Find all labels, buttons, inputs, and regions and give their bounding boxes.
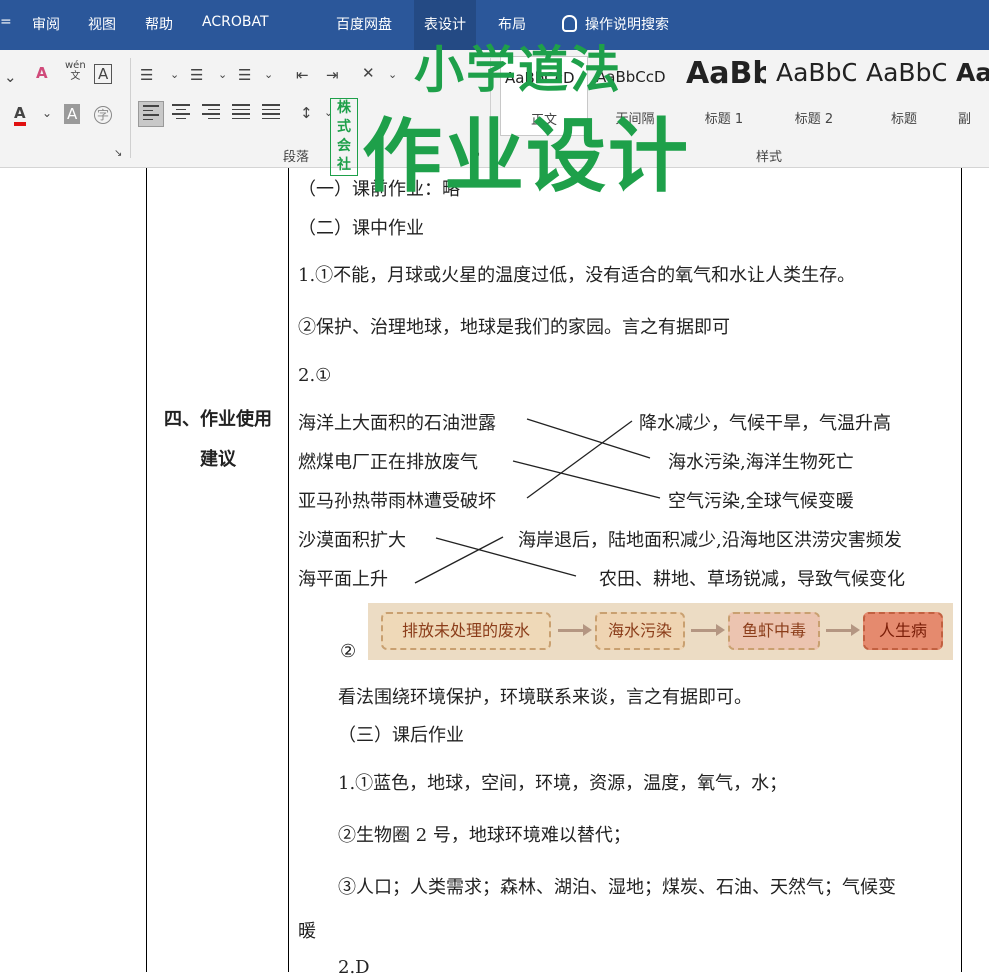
decrease-indent-icon[interactable]: ⇤ <box>296 66 309 84</box>
after-class-heading: （三）课后作业 <box>338 725 464 746</box>
tab-acrobat[interactable]: ACROBAT <box>202 14 269 30</box>
multilevel-list-icon[interactable]: ☰ <box>238 66 251 84</box>
cause-effect-flow: 排放未处理的废水 海水污染 鱼虾中毒 人生病 <box>368 603 953 660</box>
text-direction-dropdown-icon[interactable]: ⌄ <box>388 68 397 81</box>
style-sample: AaBbC <box>776 58 856 87</box>
paragraph-group-label: 段落 <box>283 150 310 165</box>
flow-step: 排放未处理的废水 <box>381 612 551 650</box>
arrow-right-icon <box>691 624 725 636</box>
after-answer-1-1: 1.①蓝色，地球，空间，环境，资源，温度，氧气，水； <box>338 773 788 794</box>
after-answer-1-2: ②生物圈 2 号，地球环境难以替代； <box>338 825 631 846</box>
align-center-button[interactable] <box>168 101 194 127</box>
bullets-dropdown-icon[interactable]: ⌄ <box>170 68 179 81</box>
font-size-dropdown-icon[interactable]: ⌄ <box>4 68 17 86</box>
after-answer-1-3-cont: 暖 <box>298 921 316 942</box>
line-spacing-icon[interactable]: ↕ <box>300 104 313 122</box>
phonetic-guide-icon[interactable]: wén 文 <box>65 60 86 82</box>
tab-view[interactable]: 视图 <box>88 14 116 34</box>
tab-baidu-netdisk[interactable]: 百度网盘 <box>336 14 392 34</box>
style-name: 标题 1 <box>704 112 744 127</box>
after-answer-2: 2.D <box>338 957 370 978</box>
tab-overflow[interactable]: = <box>0 14 12 30</box>
after-answer-1-3: ③人口；人类需求；森林、湖泊、湿地；煤炭、石油、天然气；气候变 <box>338 877 896 898</box>
character-border-icon[interactable]: A <box>94 64 113 84</box>
watermark-subtitle: 作业设计 <box>362 110 690 203</box>
align-left-button[interactable] <box>138 101 164 127</box>
style-subtitle[interactable]: Aa 副 <box>952 56 989 136</box>
match-lines <box>414 418 661 584</box>
increase-indent-icon[interactable]: ⇥ <box>326 66 339 84</box>
flow-step: 海水污染 <box>595 612 685 650</box>
match-line <box>435 537 577 577</box>
document-page[interactable]: 四、作业使用 建议 （一）课前作业：略 （二）课中作业 1.①不能，月球或火星的… <box>0 168 989 978</box>
style-name: 标题 2 <box>794 112 834 127</box>
character-shading-icon[interactable]: A <box>64 104 81 124</box>
arrow-right-icon <box>826 624 860 636</box>
style-sample: Aa <box>956 58 989 87</box>
phonetic-guide-char: 文 <box>70 71 81 82</box>
styles-group-label: 样式 <box>756 150 783 165</box>
text-direction-icon[interactable]: ✕ <box>362 64 375 82</box>
font-color-dropdown-icon[interactable]: ⌄ <box>42 106 52 120</box>
style-sample: AaBb <box>686 56 766 91</box>
flow-step: 鱼虾中毒 <box>728 612 820 650</box>
style-heading-1[interactable]: AaBb 标题 1 <box>682 56 766 136</box>
enclose-characters-icon[interactable]: 字 <box>94 106 112 124</box>
style-sample: AaBbC <box>866 58 946 87</box>
tab-review[interactable]: 审阅 <box>32 14 60 34</box>
align-right-button[interactable] <box>198 101 224 127</box>
numbering-icon[interactable]: ☰ <box>190 66 203 84</box>
flow-note: 看法围绕环境保护，环境联系来谈，言之有据即可。 <box>338 687 752 708</box>
font-dialog-launcher-icon[interactable]: ↘ <box>114 148 122 159</box>
clear-formatting-icon[interactable]: A <box>36 64 48 82</box>
phonetic-guide-pinyin: wén <box>65 60 86 71</box>
font-color-button[interactable]: A <box>14 104 26 126</box>
watermark-seal: 株式会社 <box>330 98 358 176</box>
style-name: 副 <box>958 112 972 127</box>
ribbon-separator <box>130 58 131 158</box>
flow-step: 人生病 <box>863 612 943 650</box>
style-heading-2[interactable]: AaBbC 标题 2 <box>772 56 856 136</box>
style-name: 标题 <box>890 112 917 127</box>
arrow-right-icon <box>558 624 592 636</box>
distributed-button[interactable] <box>258 101 284 127</box>
numbering-dropdown-icon[interactable]: ⌄ <box>218 68 227 81</box>
justify-button[interactable] <box>228 101 254 127</box>
style-title[interactable]: AaBbC 标题 <box>862 56 946 136</box>
bullets-icon[interactable]: ☰ <box>140 66 153 84</box>
multilevel-list-dropdown-icon[interactable]: ⌄ <box>264 68 273 81</box>
answer-2-2-marker: ② <box>340 641 357 662</box>
tab-help[interactable]: 帮助 <box>145 14 173 34</box>
